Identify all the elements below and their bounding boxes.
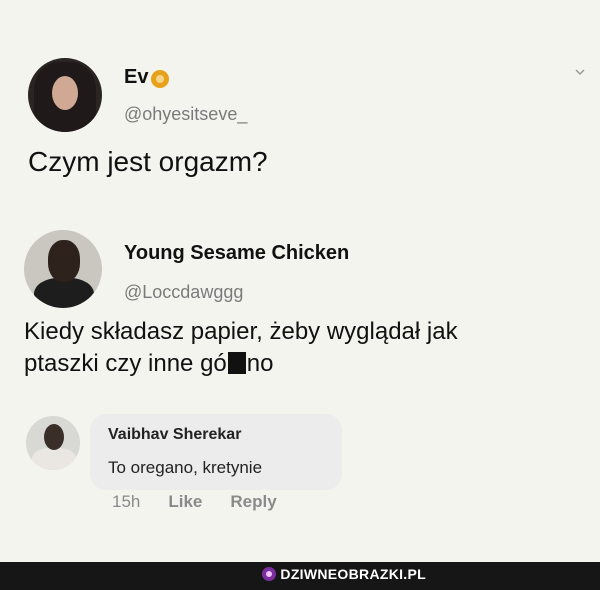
avatar-young-sesame-chicken[interactable] xyxy=(24,230,102,308)
tweet2-text-line2-before: ptaszki czy inne gó xyxy=(24,350,227,377)
comment-text: To oregano, kretynie xyxy=(108,458,263,477)
lion-icon xyxy=(151,69,170,88)
tweet1-author-name: Ev xyxy=(124,66,149,88)
tweet1-handle[interactable]: @ohyesitseve_ xyxy=(124,104,247,125)
tweet1-author[interactable]: Ev xyxy=(124,66,170,89)
avatar-shoulders xyxy=(32,448,76,470)
tweet2-handle[interactable]: @Loccdawggg xyxy=(124,282,243,303)
comment-timestamp[interactable]: 15h xyxy=(112,492,140,512)
tweet2-text: Kiedy składasz papier, żeby wyglądał jak… xyxy=(24,316,584,380)
tweet2-text-line1: Kiedy składasz papier, żeby wyglądał jak xyxy=(24,318,458,345)
tweet2-text-line2: ptaszki czy inne gó no xyxy=(24,348,584,380)
reply-button[interactable]: Reply xyxy=(230,492,276,512)
chevron-down-icon[interactable] xyxy=(574,66,586,78)
censor-block xyxy=(227,352,246,374)
tweet2-author-name[interactable]: Young Sesame Chicken xyxy=(124,242,349,265)
site-logo-text: DZIWNEOBRAZKI.PL xyxy=(280,566,426,582)
like-button[interactable]: Like xyxy=(168,492,202,512)
site-logo[interactable]: DZIWNEOBRAZKI.PL xyxy=(262,566,426,582)
comment-meta: 15h Like Reply xyxy=(112,492,277,512)
avatar-body xyxy=(34,278,94,308)
site-logo-icon xyxy=(262,567,277,581)
avatar-face xyxy=(44,424,64,450)
avatar-ev[interactable] xyxy=(28,58,102,132)
avatar-vaibhav-sherekar[interactable] xyxy=(26,416,80,470)
avatar-face xyxy=(52,76,78,110)
avatar-head xyxy=(48,240,80,282)
comment-author-name[interactable]: Vaibhav Sherekar xyxy=(108,426,241,444)
tweet1-text: Czym jest orgazm? xyxy=(28,146,268,177)
tweet2-text-line2-after: no xyxy=(246,350,274,377)
